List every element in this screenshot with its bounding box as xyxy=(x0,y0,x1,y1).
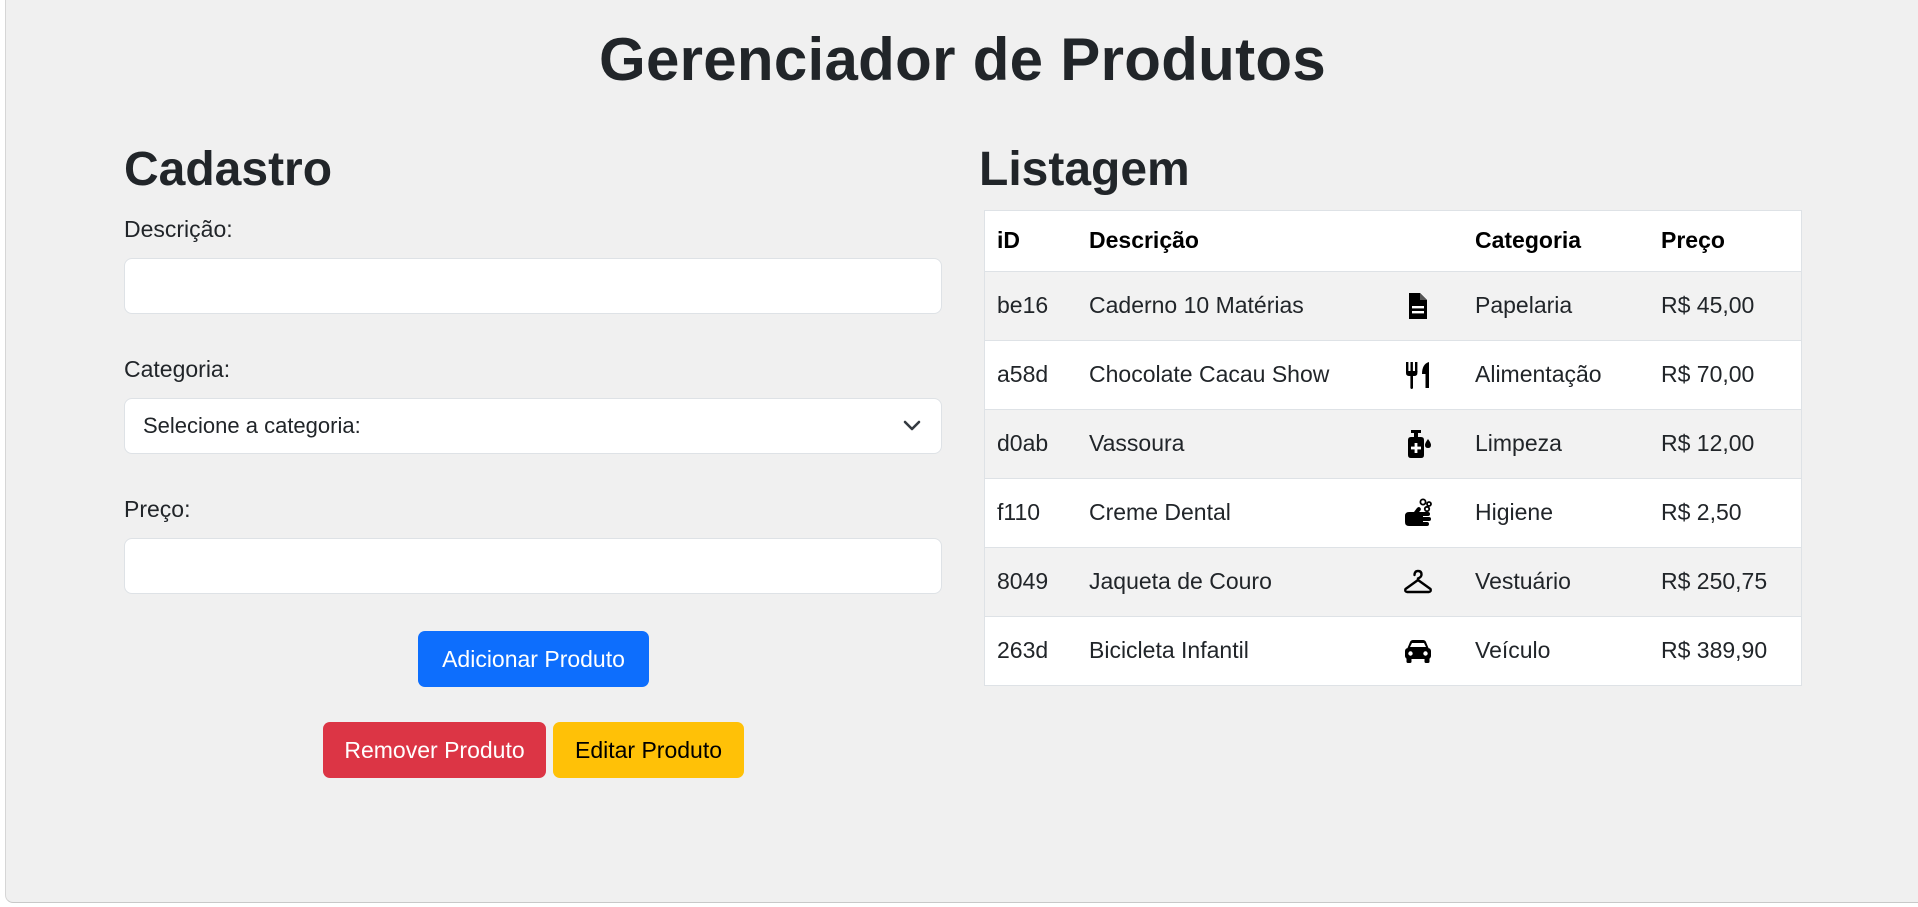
cell-category: Veículo xyxy=(1463,616,1649,685)
header-icon xyxy=(1395,211,1463,272)
cell-price: R$ 70,00 xyxy=(1649,340,1801,410)
edit-product-button[interactable]: Editar Produto xyxy=(553,722,744,778)
table-row[interactable]: d0ab Vassoura Limpeza R$ 12,00 xyxy=(985,409,1801,479)
cell-description: Creme Dental xyxy=(1077,478,1395,548)
cell-category: Limpeza xyxy=(1463,409,1649,479)
description-label: Descrição: xyxy=(124,216,233,242)
chevron-down-icon xyxy=(903,416,923,436)
cell-id: be16 xyxy=(985,271,1077,341)
app-window: Gerenciador de Produtos Cadastro Descriç… xyxy=(5,0,1918,903)
price-label: Preço: xyxy=(124,496,191,522)
header-price: Preço xyxy=(1649,211,1801,272)
cell-category: Alimentação xyxy=(1463,340,1649,410)
cell-id: 8049 xyxy=(985,547,1077,617)
pump-soap-icon xyxy=(1403,429,1433,459)
remove-product-button[interactable]: Remover Produto xyxy=(323,722,546,778)
table-header-row: iD Descrição Categoria Preço xyxy=(985,211,1801,272)
utensils-icon xyxy=(1403,360,1433,390)
table-row[interactable]: f110 Creme Dental Higiene R$ 2,50 xyxy=(985,478,1801,548)
table-row[interactable]: 263d Bicicleta Infantil Veículo R$ 389,9… xyxy=(985,616,1801,685)
file-icon xyxy=(1403,291,1433,321)
description-input[interactable] xyxy=(124,258,942,314)
table-row[interactable]: 8049 Jaqueta de Couro Vestuário R$ 250,7… xyxy=(985,547,1801,617)
table-row[interactable]: a58d Chocolate Cacau Show Alimentação R$… xyxy=(985,340,1801,410)
cell-price: R$ 389,90 xyxy=(1649,616,1801,685)
add-product-button[interactable]: Adicionar Produto xyxy=(418,631,649,687)
cell-category: Higiene xyxy=(1463,478,1649,548)
cell-id: f110 xyxy=(985,478,1077,548)
header-category: Categoria xyxy=(1463,211,1649,272)
hanger-icon xyxy=(1403,567,1433,597)
cell-price: R$ 250,75 xyxy=(1649,547,1801,617)
cell-id: a58d xyxy=(985,340,1077,410)
cell-description: Bicicleta Infantil xyxy=(1077,616,1395,685)
category-select[interactable]: Selecione a categoria: xyxy=(124,398,942,454)
cell-description: Vassoura xyxy=(1077,409,1395,479)
products-table: iD Descrição Categoria Preço be16 Cadern… xyxy=(984,210,1802,686)
cell-price: R$ 12,00 xyxy=(1649,409,1801,479)
price-input[interactable] xyxy=(124,538,942,594)
cell-id: 263d xyxy=(985,616,1077,685)
cell-description: Jaqueta de Couro xyxy=(1077,547,1395,617)
cell-price: R$ 2,50 xyxy=(1649,478,1801,548)
form-title: Cadastro xyxy=(124,143,333,196)
table-row[interactable]: be16 Caderno 10 Matérias Papelaria R$ 45… xyxy=(985,271,1801,341)
category-select-value: Selecione a categoria: xyxy=(143,413,361,438)
cell-price: R$ 45,00 xyxy=(1649,271,1801,341)
cell-category: Papelaria xyxy=(1463,271,1649,341)
cell-description: Caderno 10 Matérias xyxy=(1077,271,1395,341)
page-title: Gerenciador de Produtos xyxy=(598,26,1327,93)
cell-id: d0ab xyxy=(985,409,1077,479)
cell-category: Vestuário xyxy=(1463,547,1649,617)
header-id: iD xyxy=(985,211,1077,272)
cell-description: Chocolate Cacau Show xyxy=(1077,340,1395,410)
car-icon xyxy=(1403,636,1433,666)
hand-soap-icon xyxy=(1403,498,1433,528)
header-description: Descrição xyxy=(1077,211,1395,272)
category-label: Categoria: xyxy=(124,356,231,382)
listing-title: Listagem xyxy=(979,143,1190,196)
